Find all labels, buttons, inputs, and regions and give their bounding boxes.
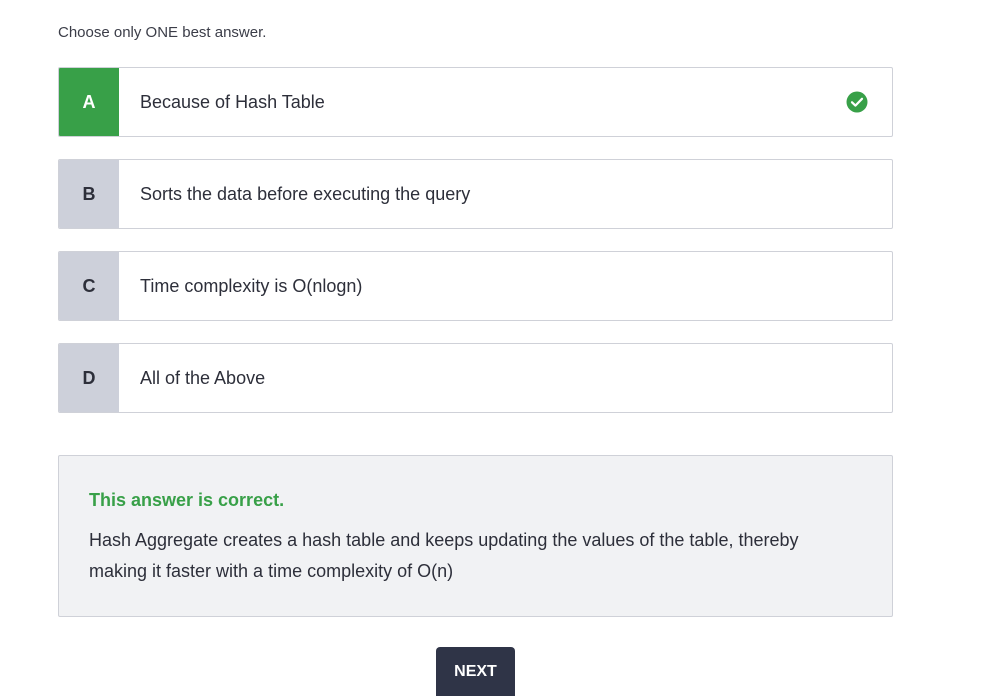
feedback-panel: This answer is correct. Hash Aggregate c… [58,455,893,617]
option-label: Because of Hash Table [140,91,325,112]
option-a[interactable]: A Because of Hash Table [58,67,893,137]
option-c[interactable]: C Time complexity is O(nlogn) [58,251,893,321]
option-label: All of the Above [140,367,266,388]
option-label: Sorts the data before executing the quer… [140,183,471,204]
option-letter: D [59,344,119,412]
option-b[interactable]: B Sorts the data before executing the qu… [58,159,893,229]
check-circle-icon [846,91,868,113]
option-letter: A [59,68,119,136]
option-letter: B [59,160,119,228]
answer-options: A Because of Hash Table B Sorts the data… [58,67,893,435]
option-d[interactable]: D All of the Above [58,343,893,413]
next-button[interactable]: NEXT [436,647,515,696]
option-letter: C [59,252,119,320]
feedback-title: This answer is correct. [89,490,285,510]
feedback-explanation: Hash Aggregate creates a hash table and … [89,530,799,581]
option-label: Time complexity is O(nlogn) [140,275,363,296]
instruction-text: Choose only ONE best answer. [58,24,267,41]
